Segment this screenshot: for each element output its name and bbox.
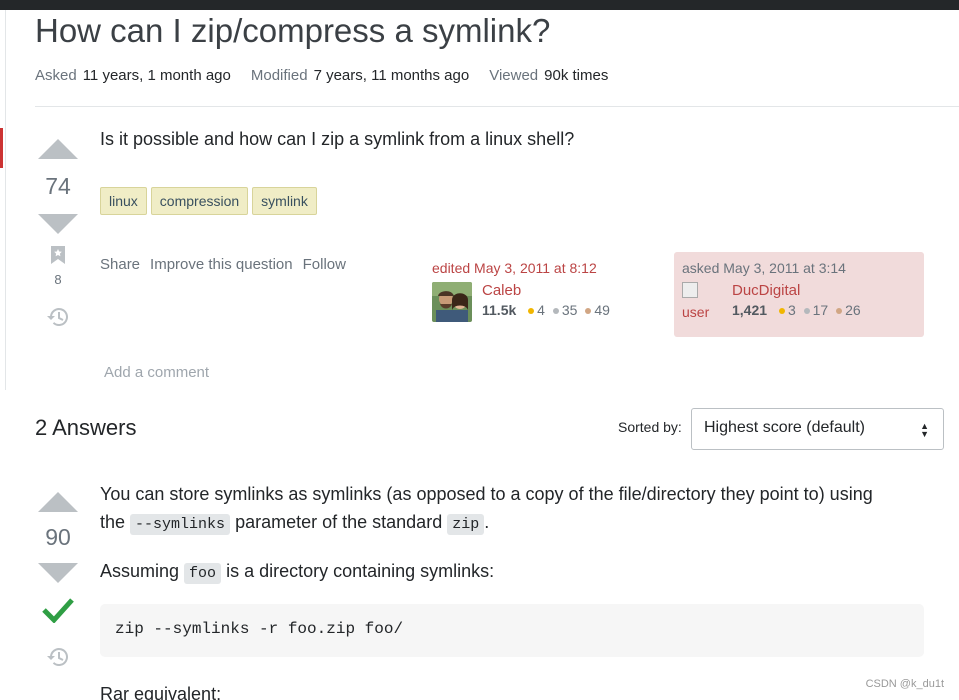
question-title[interactable]: How can I zip/compress a symlink? bbox=[35, 12, 550, 50]
inline-code-symlinks: --symlinks bbox=[130, 514, 231, 535]
answer-paragraph-3: Rar equivalent: bbox=[100, 684, 222, 700]
asked-timestamp[interactable]: asked May 3, 2011 at 3:14 bbox=[682, 260, 861, 276]
select-caret-icon: ▲ ▼ bbox=[920, 421, 929, 439]
answer-upvote-button[interactable] bbox=[38, 492, 78, 512]
answer-history-icon[interactable] bbox=[47, 647, 69, 667]
editor-reputation-line: 11.5k 4 35 49 bbox=[482, 302, 610, 318]
owner-reputation-line: 1,421 3 17 26 bbox=[732, 302, 861, 318]
owner-avatar-alt: user bbox=[682, 303, 710, 320]
answer-downvote-button[interactable] bbox=[38, 563, 78, 583]
sort-selected-value: Highest score (default) bbox=[704, 419, 865, 436]
share-link[interactable]: Share bbox=[100, 256, 140, 273]
question-vote-cell: 74 8 bbox=[35, 139, 81, 327]
meta-viewed: Viewed 90k times bbox=[489, 67, 609, 84]
question-meta: Asked 11 years, 1 month ago Modified 7 yea… bbox=[35, 67, 608, 84]
owner-gold: 3 bbox=[787, 302, 796, 318]
top-bar bbox=[0, 0, 959, 10]
left-marker bbox=[0, 128, 3, 168]
divider bbox=[35, 106, 959, 107]
meta-modified[interactable]: Modified 7 years, 11 months ago bbox=[251, 67, 469, 84]
edited-timestamp[interactable]: edited May 3, 2011 at 8:12 bbox=[432, 260, 610, 276]
bronze-badge-icon bbox=[836, 308, 843, 314]
gold-badge-icon bbox=[778, 308, 785, 314]
owner-avatar[interactable]: user bbox=[682, 282, 722, 321]
code-block: zip --symlinks -r foo.zip foo/ bbox=[100, 604, 924, 657]
editor-avatar[interactable] bbox=[432, 282, 472, 322]
answer-vote-count: 90 bbox=[45, 524, 71, 550]
editor-signature: edited May 3, 2011 at 8:12 Caleb 11.5k 4… bbox=[432, 260, 610, 322]
editor-name[interactable]: Caleb bbox=[482, 282, 610, 299]
tag-linux[interactable]: linux bbox=[100, 187, 147, 215]
owner-bronze: 26 bbox=[845, 302, 861, 318]
editor-gold: 4 bbox=[537, 302, 545, 318]
inline-code-zip: zip bbox=[447, 514, 485, 535]
owner-signature: asked May 3, 2011 at 3:14 user DucDigita… bbox=[682, 260, 861, 321]
tag-list: linux compression symlink bbox=[100, 187, 317, 215]
editor-silver: 35 bbox=[561, 302, 578, 318]
bookmark-count: 8 bbox=[54, 272, 62, 287]
meta-asked: Asked 11 years, 1 month ago bbox=[35, 67, 231, 84]
upvote-button[interactable] bbox=[38, 139, 78, 159]
gold-badge-icon bbox=[528, 308, 535, 314]
answers-count-heading: 2 Answers bbox=[35, 415, 137, 440]
question-vote-count: 74 bbox=[45, 173, 71, 199]
tag-compression[interactable]: compression bbox=[150, 187, 249, 215]
editor-reputation: 11.5k bbox=[482, 302, 517, 318]
improve-question-link[interactable]: Improve this question bbox=[150, 256, 293, 273]
history-icon[interactable] bbox=[47, 307, 69, 327]
tag-symlink[interactable]: symlink bbox=[252, 187, 317, 215]
downvote-button[interactable] bbox=[38, 214, 78, 234]
sort-label: Sorted by: bbox=[618, 419, 682, 435]
add-comment-link[interactable]: Add a comment bbox=[104, 364, 209, 381]
follow-link[interactable]: Follow bbox=[303, 256, 346, 273]
bookmark-icon[interactable] bbox=[51, 246, 65, 264]
sort-select[interactable]: Highest score (default) ▲ ▼ bbox=[691, 408, 944, 450]
silver-badge-icon bbox=[552, 308, 559, 314]
answer-paragraph-1: You can store symlinks as symlinks (as o… bbox=[100, 484, 873, 535]
owner-reputation: 1,421 bbox=[732, 302, 768, 318]
question-body: Is it possible and how can I zip a symli… bbox=[100, 129, 575, 149]
watermark: CSDN @k_du1t bbox=[865, 678, 944, 690]
owner-name[interactable]: DucDigital bbox=[732, 282, 861, 299]
inline-code-foo: foo bbox=[184, 563, 222, 584]
left-rail bbox=[0, 10, 6, 390]
accepted-check-icon bbox=[42, 597, 74, 623]
post-menu: Share Improve this question Follow bbox=[100, 256, 346, 273]
broken-image-icon bbox=[682, 282, 698, 298]
answer-paragraph-2: Assuming foo is a directory containing s… bbox=[100, 561, 495, 584]
answer-vote-cell: 90 bbox=[35, 492, 81, 667]
bronze-badge-icon bbox=[585, 308, 592, 314]
editor-bronze: 49 bbox=[594, 302, 610, 318]
owner-silver: 17 bbox=[812, 302, 829, 318]
silver-badge-icon bbox=[803, 308, 810, 314]
